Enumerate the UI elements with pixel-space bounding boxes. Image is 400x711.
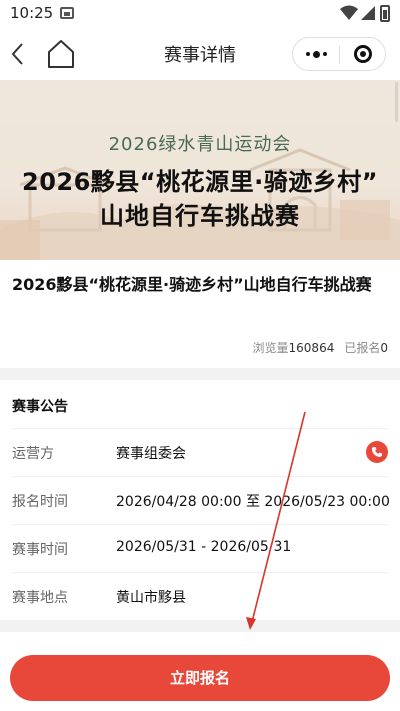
more-dots-icon (312, 50, 320, 58)
detail-value: 赛事组委会 (116, 446, 186, 462)
more-dots-icon (305, 52, 310, 56)
home-button[interactable] (44, 38, 78, 70)
detail-row-signup-time: 报名时间 2026/04/28 00:00 至 2026/05/23 00:00 (0, 476, 400, 524)
detail-value: 2026/04/28 00:00 至 2026/05/23 00:00 (116, 494, 390, 510)
wifi-icon (340, 5, 358, 20)
battery-icon (380, 5, 390, 22)
target-close-icon-dot (360, 51, 366, 57)
home-icon (48, 40, 74, 68)
event-details: 赛事公告 运营方 赛事组委会 报名时间 2026/04/28 00:00 至 2… (0, 380, 400, 620)
event-stats: 浏览量160864 已报名0 (253, 339, 388, 356)
mini-program-capsule (292, 37, 386, 71)
bottom-action-bar: 立即报名 (0, 632, 400, 711)
banner-title-line1: 2026黟县“桃花源里·骑迹乡村” (22, 168, 378, 196)
banner-title-line2: 山地自行车挑战赛 (100, 202, 300, 230)
banner-scrollbar (395, 82, 398, 122)
event-banner: 2026绿水青山运动会 2026黟县“桃花源里·骑迹乡村” 山地自行车挑战赛 (0, 80, 400, 260)
detail-row-event-time: 赛事时间 2026/05/31 - 2026/05/31 (0, 524, 400, 572)
divider (12, 428, 388, 429)
close-mini-program-button[interactable] (340, 38, 386, 70)
signup-button[interactable]: 立即报名 (10, 655, 390, 701)
views-value: 160864 (288, 341, 335, 355)
nav-bar: 赛事详情 (0, 28, 400, 80)
views-label: 浏览量 (252, 341, 289, 355)
status-bar: 10:25 (0, 0, 400, 28)
divider (12, 572, 388, 573)
detail-row-operator: 运营方 赛事组委会 (0, 428, 400, 476)
divider (12, 476, 388, 477)
notice-title: 赛事公告 (12, 399, 68, 415)
detail-label: 赛事时间 (12, 542, 68, 558)
more-button[interactable] (293, 38, 339, 70)
signed-value: 0 (380, 341, 388, 355)
status-time: 10:25 (10, 4, 54, 22)
back-button[interactable] (8, 40, 32, 68)
signed-label: 已报名 (344, 341, 381, 355)
detail-value: 2026/05/31 - 2026/05/31 (116, 539, 292, 555)
detail-row-location: 赛事地点 黄山市黟县 (0, 572, 400, 620)
signal-icon (361, 6, 375, 20)
detail-label: 赛事地点 (12, 590, 68, 606)
phone-icon (372, 447, 382, 457)
divider (12, 524, 388, 525)
event-name: 2026黟县“桃花源里·骑迹乡村”山地自行车挑战赛 (12, 275, 372, 294)
detail-value: 黄山市黟县 (116, 590, 186, 606)
call-button[interactable] (366, 441, 388, 463)
more-dots-icon (322, 52, 327, 56)
detail-label: 报名时间 (12, 494, 68, 510)
event-info-card: 2026黟县“桃花源里·骑迹乡村”山地自行车挑战赛 浏览量160864 已报名0 (0, 260, 400, 368)
chevron-left-icon (11, 43, 23, 65)
detail-label: 运营方 (12, 446, 54, 462)
image-icon (60, 7, 74, 19)
banner-subtitle: 2026绿水青山运动会 (108, 134, 292, 155)
